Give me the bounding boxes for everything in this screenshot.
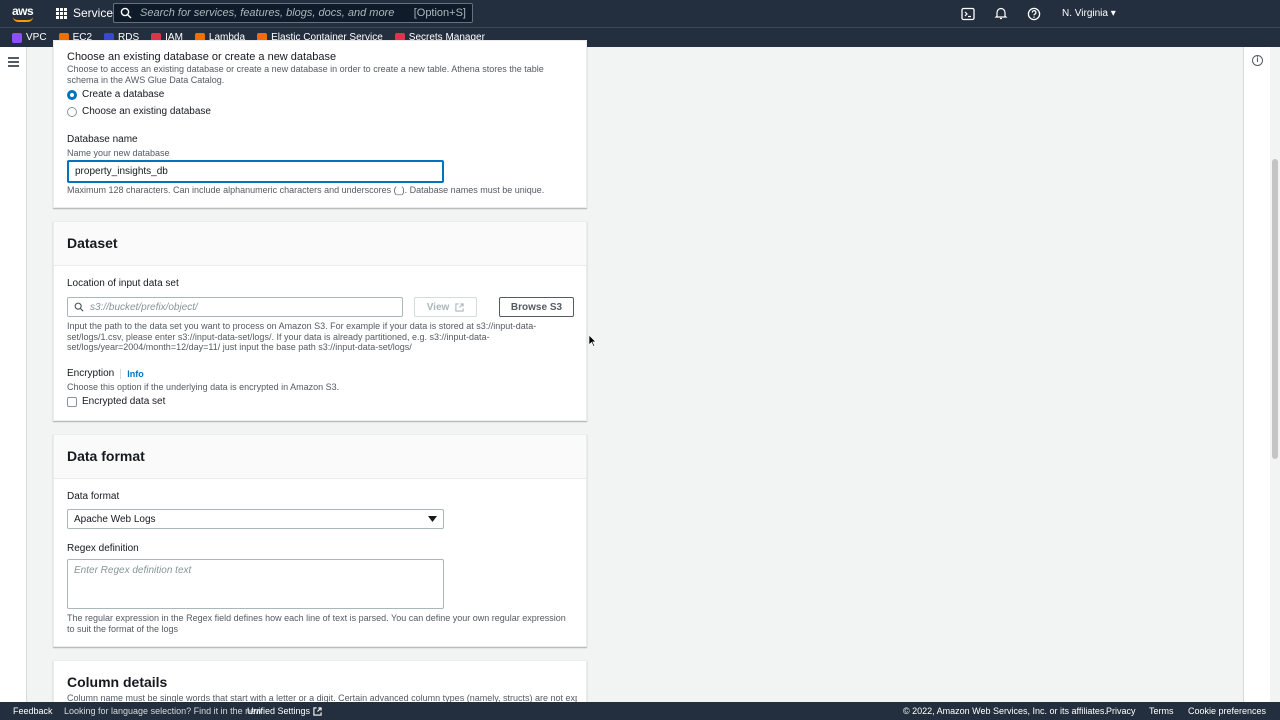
view-button[interactable]: View: [414, 297, 477, 317]
encryption-info-link[interactable]: Info: [127, 369, 144, 379]
search-icon: [120, 7, 132, 19]
checkbox-box: [67, 396, 77, 407]
services-menu-button[interactable]: Services: [56, 6, 119, 20]
encryption-description: Choose this option if the underlying dat…: [67, 382, 340, 392]
radio-selected-icon: [67, 89, 77, 100]
page-scrollbar[interactable]: [1270, 47, 1280, 702]
left-nav-strip: [0, 47, 27, 702]
search-placeholder: Search for services, features, blogs, do…: [140, 7, 395, 19]
caret-down-icon: [428, 516, 437, 522]
browse-s3-label: Browse S3: [510, 301, 563, 313]
top-navigation: aws Services Search for services, featur…: [0, 0, 1280, 27]
copyright-text: © 2022, Amazon Web Services, Inc. or its…: [903, 706, 1107, 716]
browse-s3-button[interactable]: Browse S3: [499, 297, 574, 317]
menu-icon[interactable]: [8, 57, 19, 69]
location-input[interactable]: s3://bucket/prefix/object/: [67, 297, 403, 317]
data-format-value: Apache Web Logs: [74, 513, 156, 525]
radio-existing-label: Choose an existing database: [82, 106, 211, 117]
regex-placeholder: Enter Regex definition text: [74, 565, 192, 576]
dataset-panel: Dataset Location of input data set s3://…: [53, 221, 587, 421]
region-selector[interactable]: N. Virginia ▾: [1062, 8, 1116, 19]
search-input[interactable]: Search for services, features, blogs, do…: [113, 3, 473, 23]
regex-label: Regex definition: [67, 543, 139, 554]
location-label: Location of input data set: [67, 278, 179, 289]
data-format-select[interactable]: Apache Web Logs: [67, 509, 444, 529]
scroll-thumb[interactable]: [1272, 159, 1278, 459]
database-name-hint: Name your new database: [67, 148, 170, 158]
cookie-preferences-link[interactable]: Cookie preferences: [1188, 706, 1266, 716]
cloudshell-icon[interactable]: [961, 7, 975, 21]
radio-create-label: Create a database: [82, 89, 165, 100]
vpc-icon: [12, 32, 22, 43]
privacy-link[interactable]: Privacy: [1106, 706, 1136, 716]
external-link-icon: [455, 302, 464, 312]
data-format-label: Data format: [67, 491, 120, 502]
help-icon[interactable]: [1027, 7, 1041, 21]
favorite-vpc[interactable]: VPC: [12, 32, 47, 43]
fav-label: VPC: [26, 32, 47, 43]
encrypted-checkbox-label: Encrypted data set: [82, 396, 166, 407]
view-label: View: [426, 301, 450, 313]
info-icon[interactable]: i: [1252, 55, 1263, 66]
mouse-cursor-icon: [589, 335, 597, 347]
regex-textarea[interactable]: Enter Regex definition text: [67, 559, 444, 609]
terms-link[interactable]: Terms: [1149, 706, 1174, 716]
radio-existing-database[interactable]: Choose an existing database: [67, 106, 211, 117]
notifications-bell-icon[interactable]: [994, 6, 1008, 20]
data-format-panel: Data format Data format Apache Web Logs …: [53, 434, 587, 647]
database-choice-heading: Choose an existing database or create a …: [67, 51, 337, 63]
encryption-label: Encryption: [67, 368, 115, 379]
radio-unselected-icon: [67, 106, 77, 117]
database-name-constraint: Maximum 128 characters. Can include alph…: [67, 185, 545, 195]
search-shortcut: [Option+S]: [413, 7, 466, 19]
aws-logo[interactable]: aws: [12, 4, 34, 22]
data-format-title: Data format: [54, 435, 586, 479]
location-placeholder: s3://bucket/prefix/object/: [90, 301, 198, 313]
aws-logo-text: aws: [12, 4, 34, 18]
search-icon: [74, 302, 84, 312]
language-selection-text: Looking for language selection? Find it …: [64, 706, 262, 716]
regex-help-text: The regular expression in the Regex fiel…: [67, 613, 566, 634]
database-choice-description: Choose to access an existing database or…: [67, 64, 544, 85]
database-name-value: property_insights_db: [75, 166, 168, 177]
encrypted-checkbox[interactable]: Encrypted data set: [67, 396, 165, 407]
right-tools-strip: i: [1243, 47, 1270, 702]
database-name-label: Database name: [67, 134, 138, 145]
unified-settings-link[interactable]: Unified Settings: [247, 706, 322, 716]
grid-icon: [56, 7, 67, 19]
column-details-title: Column details: [67, 674, 168, 690]
dataset-title: Dataset: [54, 222, 586, 266]
radio-create-database[interactable]: Create a database: [67, 89, 164, 100]
feedback-link[interactable]: Feedback: [13, 706, 53, 716]
location-help-text: Input the path to the data set you want …: [67, 321, 537, 352]
external-link-icon: [313, 706, 322, 716]
database-name-input[interactable]: property_insights_db: [67, 160, 444, 183]
footer: Feedback Looking for language selection?…: [0, 702, 1280, 720]
database-panel: Choose an existing database or create a …: [53, 40, 587, 208]
encryption-label-row: Encryption Info: [67, 368, 144, 379]
unified-settings-label: Unified Settings: [247, 706, 311, 716]
